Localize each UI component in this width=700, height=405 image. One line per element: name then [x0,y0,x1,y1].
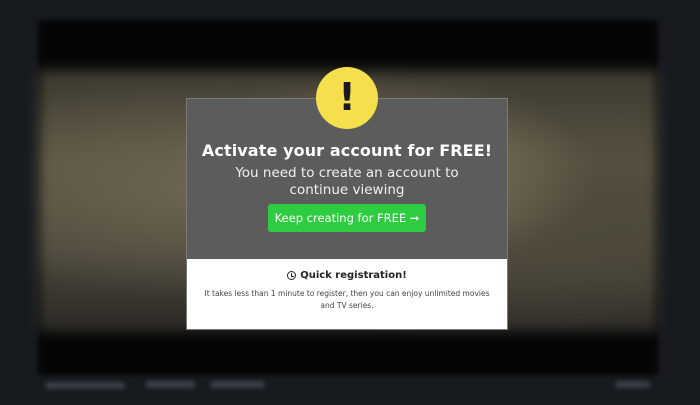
blurred-element [615,381,650,388]
info-heading-label: Quick registration! [300,270,407,281]
blurred-element [210,381,265,388]
keep-creating-button[interactable]: Keep creating for FREE ➞ [268,204,426,232]
alert-exclamation-icon: ! [316,67,378,129]
blurred-element [145,381,195,388]
modal-info-section: Quick registration! It takes less than 1… [187,259,507,329]
blurred-bottom-bar [0,370,700,405]
clock-icon [287,271,297,280]
alert-glyph: ! [338,75,356,119]
activation-modal: Activate your account for FREE! You need… [186,98,508,330]
modal-subtitle: You need to create an account to continu… [235,165,459,198]
modal-title: Activate your account for FREE! [201,141,493,160]
info-heading: Quick registration! [187,270,507,281]
blurred-element [45,382,125,389]
info-text: It takes less than 1 minute to register,… [204,289,490,310]
